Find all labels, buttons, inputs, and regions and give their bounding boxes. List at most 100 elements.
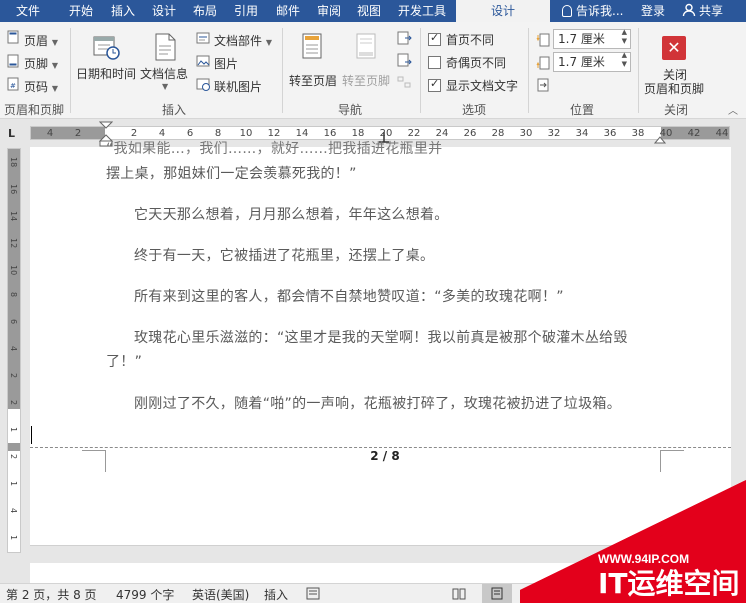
tab-developer[interactable]: 开发工具 <box>390 0 454 22</box>
vruler-number: 2 <box>9 400 18 406</box>
tab-file[interactable]: 文件 <box>6 0 50 22</box>
ruler-number: 36 <box>603 128 617 139</box>
diff-first-page-label[interactable]: 首页不同 <box>446 31 494 48</box>
diff-odd-even-checkbox[interactable] <box>428 56 441 69</box>
word-count-status[interactable]: 4799 个字 <box>116 586 174 603</box>
spinner-arrows-icon: ▲ ▼ <box>621 28 627 45</box>
doc-parts-button[interactable] <box>196 31 210 48</box>
watermark-url: WWW.94IP.COM <box>598 552 690 566</box>
show-doc-text-checkbox[interactable]: ✓ <box>428 77 441 92</box>
ruler-number: 2 <box>74 128 82 139</box>
lightbulb-icon <box>562 5 572 17</box>
share-button[interactable]: 共享 <box>676 0 736 22</box>
next-section-button[interactable] <box>396 52 412 68</box>
online-picture-icon <box>196 78 210 91</box>
online-picture-label[interactable]: 联机图片 <box>214 78 262 95</box>
vruler-number: 8 <box>9 292 18 298</box>
tab-view[interactable]: 视图 <box>350 0 388 22</box>
collapse-ribbon-icon[interactable]: ︿ <box>728 102 738 117</box>
vruler-number: 1 <box>9 481 18 487</box>
close-header-footer-button[interactable]: ✕ 关闭 页眉和页脚 <box>642 28 710 98</box>
tell-me-box[interactable]: 告诉我... <box>556 0 632 22</box>
spinner-arrows-icon: ▲ ▼ <box>621 51 627 68</box>
close-label-line2: 页眉和页脚 <box>644 82 705 96</box>
tab-mailings[interactable]: 邮件 <box>268 0 308 22</box>
vruler-number: 1 <box>9 427 18 433</box>
doc-info-label: 文档信息 <box>140 67 189 81</box>
close-icon: ✕ <box>662 36 686 60</box>
read-mode-icon[interactable] <box>452 587 466 600</box>
vruler-number: 14 <box>9 211 18 222</box>
group-divider <box>282 28 283 113</box>
login-button[interactable]: 登录 <box>634 0 672 22</box>
page-number-field[interactable]: 2 / 8 <box>360 449 410 463</box>
ruler-number: 40 <box>659 128 673 139</box>
vruler-number: 18 <box>9 157 18 168</box>
crop-mark <box>660 450 684 472</box>
tab-selector-icon[interactable]: L <box>8 128 20 140</box>
ruler-number: 26 <box>463 128 477 139</box>
ruler-number: 28 <box>491 128 505 139</box>
vruler-dark-region <box>8 443 20 451</box>
checkmark-icon: ✓ <box>430 77 440 90</box>
doc-info-button[interactable]: 文档信息 ▼ <box>140 28 192 98</box>
paragraph: 它天天那么想着，月月那么想着，年年这么想着。 <box>134 207 449 223</box>
paragraph: 玫瑰花心里乐滋滋的：“这里才是我的天堂啊！我以前真是被那个破灌木丛给毁 <box>134 330 628 346</box>
tab-home[interactable]: 开始 <box>60 0 102 22</box>
language-status[interactable]: 英语(美国) <box>192 586 249 603</box>
vruler-number: 6 <box>9 319 18 325</box>
person-icon <box>682 3 696 17</box>
tab-insert[interactable]: 插入 <box>104 0 142 22</box>
ruler-number: 30 <box>519 128 533 139</box>
print-layout-icon <box>491 587 503 600</box>
doc-parts-label[interactable]: 文档部件 ▼ <box>214 32 272 49</box>
group-label-close: 关闭 <box>664 103 689 117</box>
paragraph: 刚刚过了不久，随着“啪”的一声响，花瓶被打碎了，玫瑰花被扔进了垃圾箱。 <box>134 396 622 412</box>
picture-button[interactable] <box>196 54 210 71</box>
header-button[interactable] <box>6 30 20 47</box>
paragraph: 所有来到这里的客人，都会情不自禁地赞叹道：“多美的玫瑰花啊！” <box>134 289 564 305</box>
header-icon <box>7 30 19 44</box>
goto-footer-button: 转至页脚 <box>340 28 394 88</box>
footer-button[interactable] <box>6 54 20 71</box>
footer-position-input[interactable]: 1.7 厘米 ▲ ▼ <box>553 51 631 72</box>
footer-icon <box>7 54 19 68</box>
vertical-ruler[interactable]: 18 16 14 12 10 8 6 4 2 2 1 2 1 4 1 <box>7 148 21 553</box>
header-position-icon <box>536 33 550 47</box>
group-divider <box>638 28 639 113</box>
tab-references[interactable]: 引用 <box>226 0 266 22</box>
ruler-number: 32 <box>547 128 561 139</box>
goto-footer-icon <box>356 33 376 59</box>
previous-section-button[interactable] <box>396 30 412 46</box>
online-picture-button[interactable] <box>196 77 210 94</box>
picture-label[interactable]: 图片 <box>214 55 238 72</box>
group-label-insert: 插入 <box>162 103 187 117</box>
header-label[interactable]: 页眉 ▼ <box>24 32 58 49</box>
diff-first-page-checkbox[interactable]: ✓ <box>428 31 441 46</box>
vruler-number: 4 <box>9 508 18 514</box>
link-previous-icon <box>397 76 411 88</box>
page-count-status[interactable]: 第 2 页，共 8 页 <box>6 586 97 603</box>
tab-design[interactable]: 设计 <box>144 0 184 22</box>
goto-header-icon <box>302 33 322 59</box>
macro-record-icon[interactable] <box>306 587 320 600</box>
doc-info-dropdown-icon: ▼ <box>162 82 169 91</box>
date-time-button[interactable]: 日期和时间 <box>74 28 138 88</box>
page-number-label[interactable]: 页码 ▼ <box>24 78 58 95</box>
insert-mode-status[interactable]: 插入 <box>264 586 288 603</box>
print-layout-button[interactable] <box>482 584 512 603</box>
tab-header-footer-design[interactable]: 设计 <box>456 0 550 22</box>
page-number-button[interactable]: # <box>6 77 20 94</box>
document-info-icon <box>155 33 176 61</box>
header-position-input[interactable]: 1.7 厘米 ▲ ▼ <box>553 28 631 49</box>
paragraph-line: 了！” <box>106 354 143 370</box>
tab-review[interactable]: 审阅 <box>310 0 348 22</box>
vruler-number: 16 <box>9 184 18 195</box>
diff-odd-even-label[interactable]: 奇偶页不同 <box>446 54 506 71</box>
vruler-number: 2 <box>9 454 18 460</box>
insert-alignment-tab-icon[interactable] <box>536 78 550 92</box>
tab-layout[interactable]: 布局 <box>186 0 224 22</box>
goto-header-button[interactable]: 转至页眉 <box>286 28 340 88</box>
show-doc-text-label[interactable]: 显示文档文字 <box>446 77 518 94</box>
footer-label[interactable]: 页脚 ▼ <box>24 55 58 72</box>
